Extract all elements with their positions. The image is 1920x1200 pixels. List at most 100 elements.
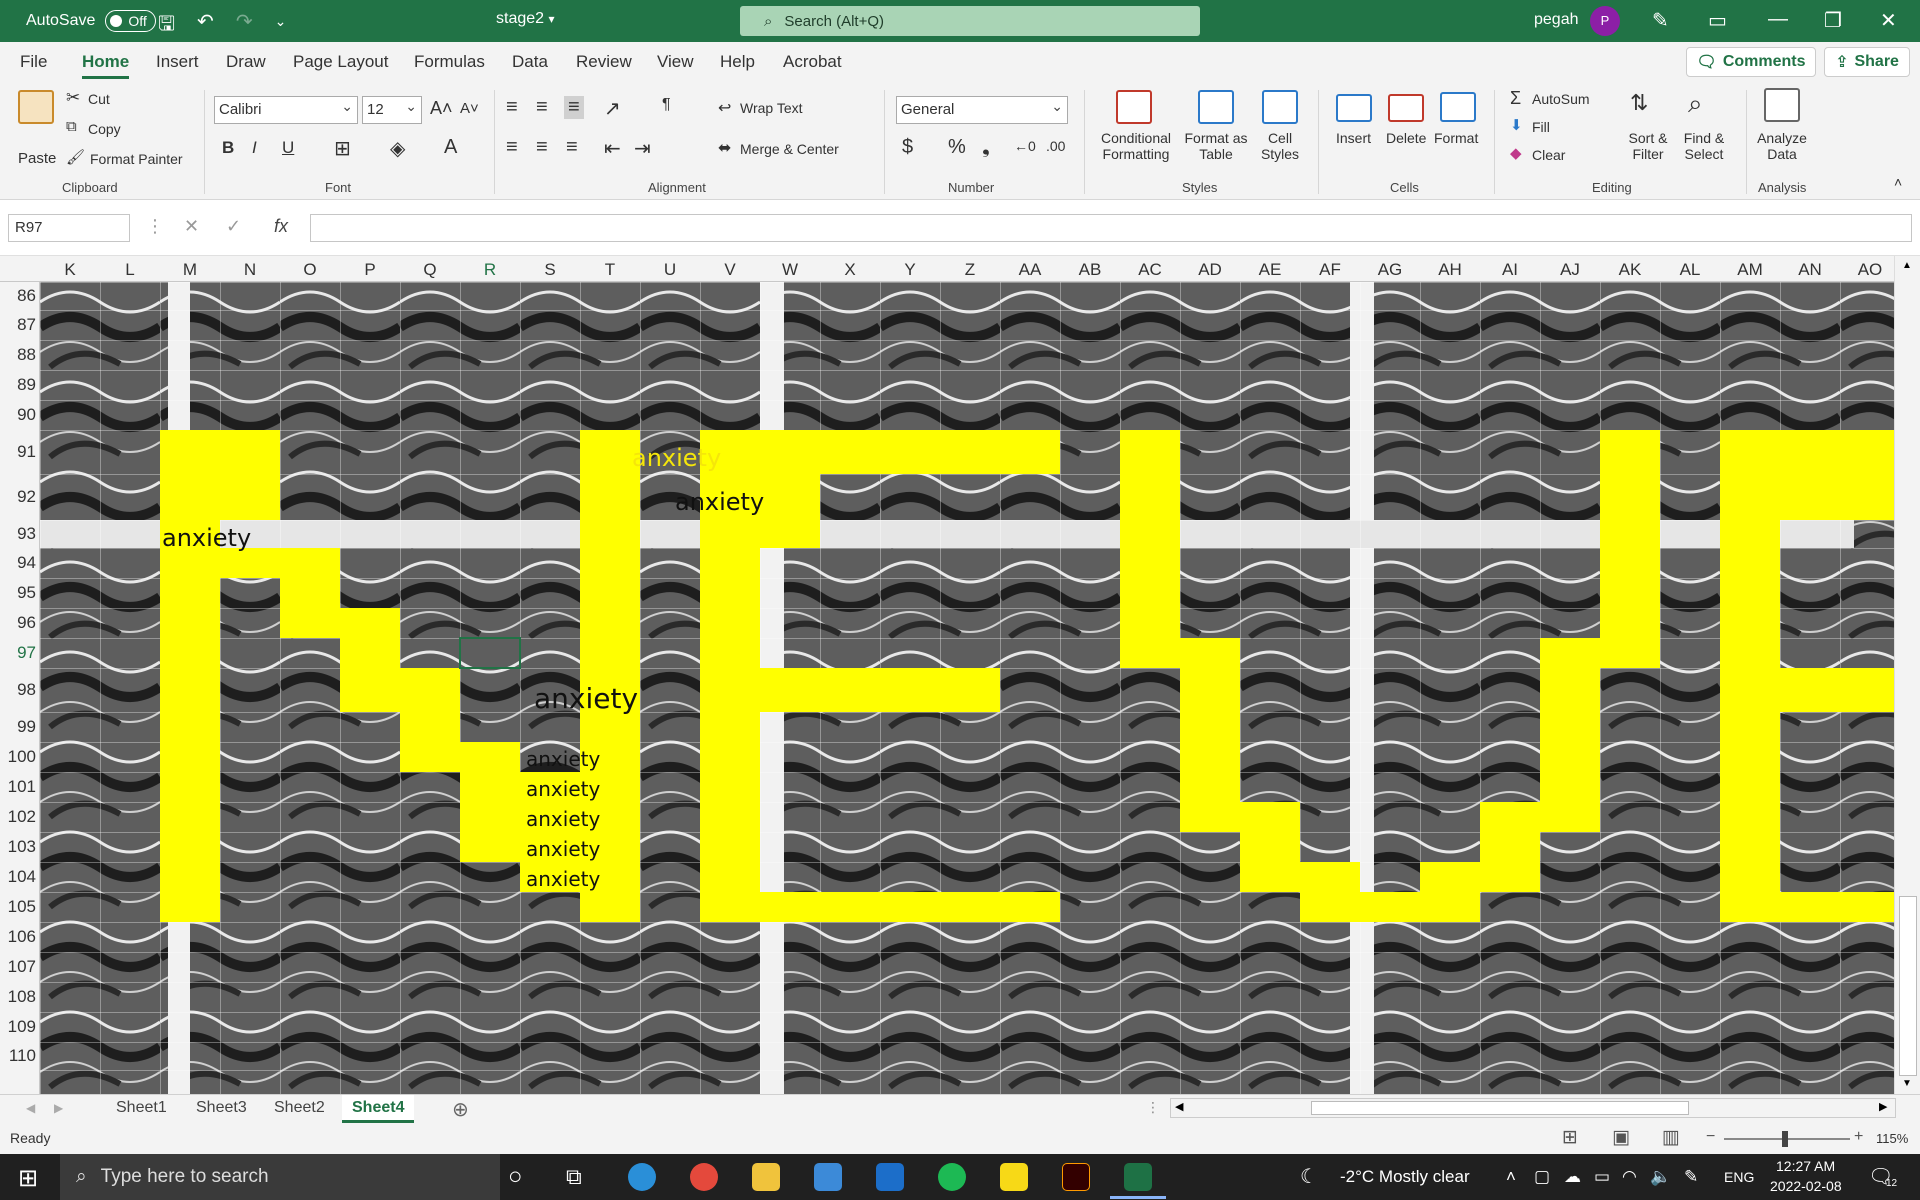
tab-acrobat[interactable]: Acrobat — [783, 52, 842, 72]
redo-icon[interactable]: ↷ — [236, 9, 253, 43]
tab-file[interactable]: File — [20, 52, 47, 72]
minimize-icon[interactable]: — — [1768, 8, 1788, 31]
column-header-am[interactable]: AM — [1720, 260, 1780, 280]
search-box[interactable]: ⌕ Search (Alt+Q) — [740, 6, 1200, 36]
volume-icon[interactable]: 🔈 — [1650, 1167, 1671, 1187]
autosum-button[interactable]: AutoSum — [1532, 91, 1590, 107]
undo-icon[interactable]: ↶ — [197, 9, 214, 43]
vertical-scrollbar[interactable]: ▲ ▼ — [1894, 256, 1920, 1094]
column-header-v[interactable]: V — [700, 260, 760, 280]
split-handle-icon[interactable]: ⋮ — [1146, 1099, 1160, 1116]
horizontal-scrollbar[interactable]: ◀ ▶ — [1170, 1098, 1896, 1118]
row-header-92[interactable]: 92 — [0, 487, 36, 507]
row-header-101[interactable]: 101 — [0, 777, 36, 797]
insert-cells-button[interactable]: Insert — [1336, 130, 1371, 146]
column-header-aj[interactable]: AJ — [1540, 260, 1600, 280]
row-header-106[interactable]: 106 — [0, 927, 36, 947]
row-header-108[interactable]: 108 — [0, 987, 36, 1007]
align-left-icon[interactable]: ≡ — [506, 136, 518, 159]
comments-button[interactable]: 🗨 Comments — [1686, 47, 1816, 77]
pen-workspace-icon[interactable]: ✎ — [1684, 1167, 1698, 1187]
decrease-decimal-icon[interactable]: .00 — [1046, 138, 1065, 154]
tab-view[interactable]: View — [657, 52, 694, 72]
column-header-af[interactable]: AF — [1300, 260, 1360, 280]
tab-page-layout[interactable]: Page Layout — [293, 52, 388, 72]
text-direction-icon[interactable]: ¶ — [662, 96, 671, 114]
cancel-icon[interactable]: ✕ — [184, 216, 199, 237]
increase-indent-icon[interactable]: ⇥ — [634, 136, 651, 161]
tab-insert[interactable]: Insert — [156, 52, 199, 72]
next-sheet-icon[interactable]: ▶ — [54, 1101, 63, 1115]
document-title[interactable]: stage2 ▾ — [496, 10, 555, 28]
fill-color-icon[interactable]: ◈ — [390, 136, 405, 161]
orientation-icon[interactable]: ↗ — [604, 96, 621, 121]
format-painter-button[interactable]: Format Painter — [90, 151, 183, 167]
column-header-s[interactable]: S — [520, 260, 580, 280]
bold-icon[interactable]: B — [222, 138, 234, 158]
row-header-105[interactable]: 105 — [0, 897, 36, 917]
find-select-button[interactable]: Find & Select — [1676, 130, 1732, 162]
page-layout-view-icon[interactable]: ▣ — [1612, 1126, 1630, 1149]
clear-button[interactable]: Clear — [1532, 147, 1565, 163]
horizontal-scroll-thumb[interactable] — [1311, 1101, 1689, 1115]
column-header-r[interactable]: R — [460, 260, 520, 280]
merge-center-button[interactable]: Merge & Center — [740, 141, 839, 157]
tab-data[interactable]: Data — [512, 52, 548, 72]
sort-filter-button[interactable]: Sort & Filter — [1624, 130, 1672, 162]
row-header-98[interactable]: 98 — [0, 680, 36, 700]
language-indicator[interactable]: ENG — [1724, 1169, 1754, 1185]
zoom-slider-thumb[interactable] — [1782, 1131, 1788, 1147]
font-size-select[interactable]: 12 — [362, 93, 422, 124]
windows-start-icon[interactable]: ⊞ — [18, 1164, 38, 1193]
row-header-104[interactable]: 104 — [0, 867, 36, 887]
avatar[interactable]: P — [1590, 6, 1620, 36]
mail-icon[interactable] — [876, 1163, 904, 1191]
row-header-99[interactable]: 99 — [0, 717, 36, 737]
format-as-table-button[interactable]: Format as Table — [1180, 130, 1252, 162]
align-right-icon[interactable]: ≡ — [566, 136, 578, 159]
decrease-font-icon[interactable]: A˅ — [460, 100, 479, 117]
cortana-icon[interactable]: ○ — [508, 1163, 523, 1191]
paste-button[interactable]: Paste — [18, 150, 56, 167]
user-name[interactable]: pegah — [1534, 11, 1579, 29]
task-view-icon[interactable]: ⧉ — [566, 1164, 582, 1190]
battery-icon[interactable]: ▭ — [1594, 1167, 1610, 1187]
increase-font-icon[interactable]: A˄ — [430, 98, 453, 119]
row-header-86[interactable]: 86 — [0, 286, 36, 306]
currency-icon[interactable]: $ — [902, 136, 913, 159]
name-box[interactable]: R97 — [8, 214, 130, 242]
sheet-tab-sheet2[interactable]: Sheet2 — [274, 1099, 325, 1117]
underline-icon[interactable]: U — [282, 138, 294, 158]
edge-icon[interactable] — [628, 1163, 656, 1191]
close-icon[interactable]: ✕ — [1880, 8, 1897, 33]
chrome-icon[interactable] — [690, 1163, 718, 1191]
column-header-k[interactable]: K — [40, 260, 100, 280]
row-header-97[interactable]: 97 — [0, 643, 36, 663]
tab-formulas[interactable]: Formulas — [414, 52, 485, 72]
worksheet-grid[interactable]: anxiety anxiety anxiety anxiety anxiety anxie… — [40, 282, 1894, 1094]
scroll-left-icon[interactable]: ◀ — [1175, 1100, 1183, 1113]
insert-function-icon[interactable]: fx — [274, 216, 288, 237]
column-header-ag[interactable]: AG — [1360, 260, 1420, 280]
column-header-ai[interactable]: AI — [1480, 260, 1540, 280]
number-format-select[interactable]: General — [896, 93, 1068, 124]
row-header-109[interactable]: 109 — [0, 1017, 36, 1037]
zoom-level[interactable]: 115% — [1876, 1131, 1908, 1146]
cut-button[interactable]: Cut — [88, 91, 110, 107]
pen-icon[interactable]: ✎ — [1652, 8, 1669, 33]
column-header-ao[interactable]: AO — [1840, 260, 1900, 280]
scroll-right-icon[interactable]: ▶ — [1879, 1100, 1887, 1113]
column-header-o[interactable]: O — [280, 260, 340, 280]
increase-decimal-icon[interactable]: ←0 — [1014, 138, 1036, 154]
clock-time[interactable]: 12:27 AM — [1776, 1158, 1835, 1174]
copy-button[interactable]: Copy — [88, 121, 121, 137]
conditional-formatting-button[interactable]: Conditional Formatting — [1096, 130, 1176, 162]
row-header-100[interactable]: 100 — [0, 747, 36, 767]
delete-cells-button[interactable]: Delete — [1386, 130, 1426, 146]
analyze-data-button[interactable]: Analyze Data — [1754, 130, 1810, 162]
row-header-93[interactable]: 93 — [0, 524, 36, 544]
decrease-indent-icon[interactable]: ⇤ — [604, 136, 621, 161]
new-sheet-icon[interactable]: ⊕ — [452, 1097, 469, 1122]
column-header-u[interactable]: U — [640, 260, 700, 280]
tab-home[interactable]: Home — [82, 52, 130, 79]
